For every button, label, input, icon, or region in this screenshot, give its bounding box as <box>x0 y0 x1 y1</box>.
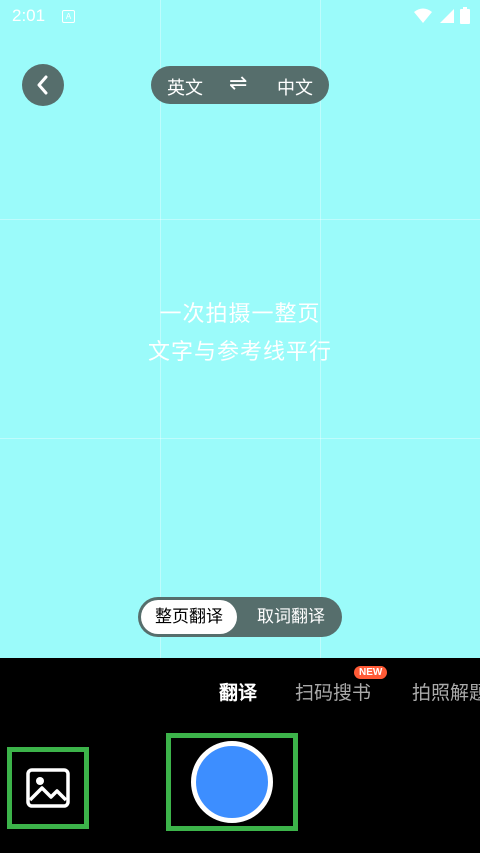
guide-line-horizontal <box>0 219 480 220</box>
mode-full-page[interactable]: 整页翻译 <box>141 600 237 634</box>
source-language[interactable]: 英文 <box>167 74 203 100</box>
chevron-left-icon <box>37 75 48 95</box>
signal-icon <box>440 8 454 23</box>
swap-languages-icon[interactable]: ⇌ <box>229 71 247 96</box>
gallery-button[interactable] <box>7 747 89 829</box>
tab-photo-solve[interactable]: 拍照解题 <box>412 678 480 705</box>
tab-scan-book[interactable]: 扫码搜书 <box>295 678 371 705</box>
hint-text: 文字与参考线平行 <box>147 340 332 365</box>
notification-icon: A <box>62 10 75 23</box>
new-badge: NEW <box>354 666 388 679</box>
guide-line-horizontal <box>0 438 480 439</box>
camera-viewfinder[interactable]: 2:01 A 英文 ⇌ 中文 一次拍摄一整页 文字与参考线平行 整页翻译 取词翻… <box>0 0 480 658</box>
language-selector[interactable]: 英文 ⇌ 中文 <box>151 66 329 104</box>
shutter-container <box>166 733 298 831</box>
image-icon <box>26 768 70 808</box>
status-icons <box>414 7 470 24</box>
tab-translate[interactable]: 翻译 <box>219 678 257 705</box>
status-time: 2:01 <box>12 6 46 25</box>
battery-icon <box>460 7 470 24</box>
wifi-icon <box>414 8 432 23</box>
translation-mode-toggle[interactable]: 整页翻译 取词翻译 <box>138 597 342 637</box>
mode-word-pick[interactable]: 取词翻译 <box>244 600 338 634</box>
back-button[interactable] <box>22 64 64 106</box>
hint-text: 一次拍摄一整页 <box>159 302 321 327</box>
target-language[interactable]: 中文 <box>277 74 313 100</box>
shutter-button[interactable] <box>191 741 273 823</box>
status-bar: 2:01 A <box>0 0 480 32</box>
